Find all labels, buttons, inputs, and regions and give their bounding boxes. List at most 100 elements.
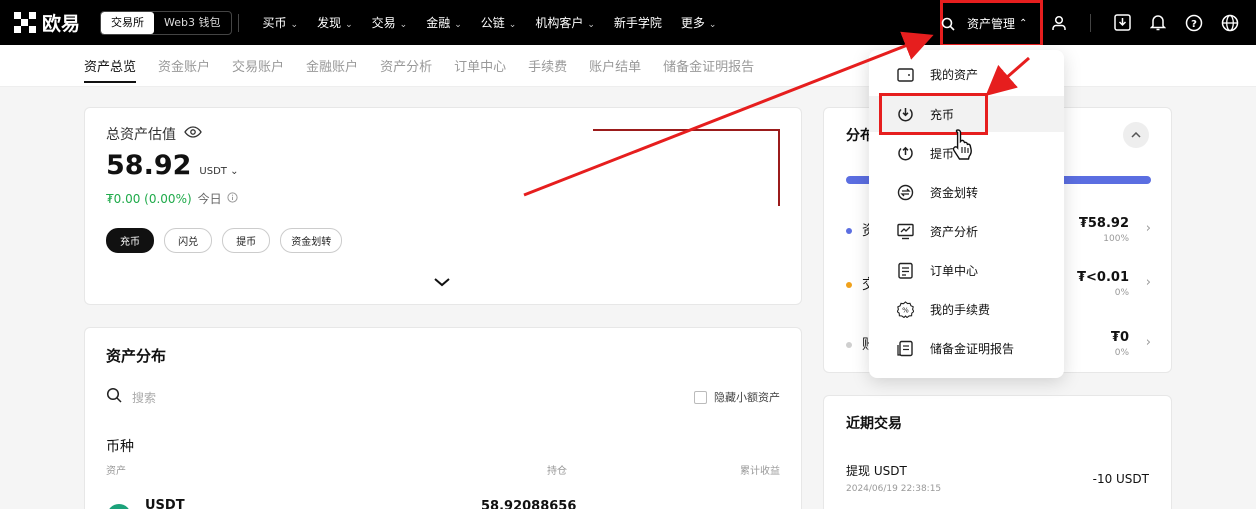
user-icon[interactable]: [1048, 12, 1070, 34]
row-amount: ₮0: [1110, 330, 1129, 345]
menu-proof-of-reserves[interactable]: 储备金证明报告: [869, 330, 1064, 366]
withdraw-button[interactable]: 提币: [222, 228, 271, 253]
tab-fees[interactable]: 手续费: [528, 56, 567, 75]
annotation-line: [593, 129, 780, 206]
divider: [237, 13, 239, 32]
row-amount: ₮<0.01: [1076, 270, 1129, 285]
hide-small-assets-toggle[interactable]: 隐藏小额资产: [694, 389, 780, 405]
divider: [1090, 13, 1091, 32]
dot: [846, 282, 852, 288]
tab-asset-analysis[interactable]: 资产分析: [380, 56, 432, 75]
currency-unit-select[interactable]: USDT ⌄: [199, 166, 238, 177]
svg-text:?: ?: [1191, 19, 1197, 30]
report-icon: [896, 339, 914, 357]
asset-subnav: 资产总览 资金账户 交易账户 金融账户 资产分析 订单中心 手续费 账户结单 储…: [0, 45, 1256, 87]
coin-holding: 58.92088656: [481, 499, 577, 509]
menu-label: 订单中心: [930, 263, 979, 278]
asset-distribution-card: 资产分布 搜索 隐藏小额资产 币种 资产 持仓 累计收益 USDT 58.920…: [84, 327, 802, 509]
help-icon[interactable]: ?: [1183, 12, 1205, 34]
tab-funding-account[interactable]: 资金账户: [158, 56, 210, 75]
menu-label: 储备金证明报告: [930, 341, 1015, 356]
nav-chain[interactable]: 公链 ⌄: [481, 14, 517, 31]
asset-management-label: 资产管理: [967, 17, 1016, 31]
main-nav: 买币 ⌄ 发现 ⌄ 交易 ⌄ 金融 ⌄ 公链 ⌄ 机构客户 ⌄ 新手学院 更多 ⌄: [263, 14, 736, 31]
col-profit: 累计收益: [740, 466, 780, 477]
nav-trade[interactable]: 交易 ⌄: [372, 14, 408, 31]
chevron-up-icon: ⌃: [1019, 18, 1028, 29]
menu-asset-analysis[interactable]: 资产分析: [869, 213, 1064, 249]
total-asset-title: 总资产估值: [106, 127, 176, 143]
checkbox[interactable]: [694, 390, 707, 404]
deposit-button[interactable]: 充币: [106, 228, 154, 253]
info-icon[interactable]: [227, 191, 238, 206]
order-icon: [896, 261, 914, 279]
tab-trading-account[interactable]: 交易账户: [232, 56, 284, 75]
logo-text: 欧易: [42, 13, 81, 35]
hand-cursor-icon: [950, 128, 978, 164]
nav-buy-crypto[interactable]: 买币 ⌄: [263, 14, 299, 31]
nav-academy[interactable]: 新手学院: [614, 14, 662, 31]
convert-button[interactable]: 闪兑: [164, 228, 213, 253]
col-holding: 持仓: [547, 466, 567, 477]
tab-coin[interactable]: 币种: [106, 436, 134, 456]
transfer-button[interactable]: 资金划转: [280, 228, 343, 253]
total-asset-value: 58.92: [106, 150, 192, 181]
tab-exchange[interactable]: 交易所: [101, 11, 155, 34]
menu-label: 资产分析: [930, 224, 979, 239]
asset-search[interactable]: 搜索: [106, 387, 156, 407]
row-amount: ₮58.92: [1078, 216, 1129, 231]
recent-transactions-card: 近期交易 提现 USDT 2024/06/19 22:38:15 -10 USD…: [823, 395, 1172, 509]
tab-web3-wallet[interactable]: Web3 钱包: [154, 12, 230, 34]
menu-label: 我的手续费: [930, 302, 991, 317]
asset-management-button[interactable]: 资产管理 ⌃: [940, 0, 1043, 47]
top-right-icons: ?: [1048, 0, 1256, 45]
bell-icon[interactable]: [1147, 12, 1169, 34]
eye-icon[interactable]: [184, 126, 202, 142]
platform-switch: 交易所 Web3 钱包: [100, 10, 232, 35]
search-icon[interactable]: [937, 13, 959, 35]
tx-amount: -10 USDT: [1092, 472, 1149, 486]
tx-title: 提现 USDT: [846, 464, 907, 478]
logo-mark-icon: [14, 11, 36, 34]
chevron-up-icon: [1131, 132, 1141, 138]
tab-order-center[interactable]: 订单中心: [454, 56, 506, 75]
dot: [846, 342, 852, 348]
nav-more[interactable]: 更多 ⌄: [681, 14, 717, 31]
analysis-icon: [896, 222, 914, 240]
download-icon[interactable]: [1111, 12, 1133, 34]
chevron-right-icon: ›: [1145, 221, 1151, 236]
daily-change: ₮0.00 (0.00%): [106, 191, 192, 206]
row-pct: 0%: [1114, 348, 1129, 358]
total-asset-card: 总资产估值 58.92 USDT ⌄ ₮0.00 (0.00%) 今日 充币 闪…: [84, 107, 802, 305]
tab-statements[interactable]: 账户结单: [589, 56, 641, 75]
row-pct: 100%: [1103, 234, 1129, 244]
nav-institutional[interactable]: 机构客户 ⌄: [535, 14, 595, 31]
usdt-coin-icon: [107, 504, 131, 509]
collapse-button[interactable]: [1123, 122, 1149, 148]
tab-proof-of-reserves[interactable]: 储备金证明报告: [663, 56, 754, 75]
menu-my-assets[interactable]: 我的资产: [869, 56, 1064, 92]
globe-icon[interactable]: [1219, 12, 1241, 34]
withdraw-icon: [896, 144, 914, 162]
coin-name: USDT: [145, 498, 185, 509]
menu-order-center[interactable]: 订单中心: [869, 252, 1064, 288]
okx-logo[interactable]: 欧易: [14, 9, 80, 36]
recent-title: 近期交易: [846, 416, 902, 432]
expand-chevron-icon[interactable]: [433, 272, 451, 291]
nav-finance[interactable]: 金融 ⌄: [426, 14, 462, 31]
chevron-right-icon: ›: [1145, 335, 1151, 350]
nav-discover[interactable]: 发现 ⌄: [317, 14, 353, 31]
menu-transfer[interactable]: 资金划转: [869, 174, 1064, 210]
transfer-icon: [896, 183, 914, 201]
tab-finance-account[interactable]: 金融账户: [306, 56, 358, 75]
menu-my-fees[interactable]: % 我的手续费: [869, 291, 1064, 327]
tx-time: 2024/06/19 22:38:15: [846, 484, 942, 494]
distribution-title: 资产分布: [106, 347, 167, 365]
top-nav-bar: 欧易 交易所 Web3 钱包 买币 ⌄ 发现 ⌄ 交易 ⌄ 金融 ⌄ 公链 ⌄ 机构客户 ⌄…: [0, 0, 1256, 47]
tab-asset-overview[interactable]: 资产总览: [84, 56, 137, 83]
today-label: 今日: [197, 192, 222, 206]
svg-text:%: %: [902, 306, 909, 314]
search-input[interactable]: 搜索: [132, 389, 156, 406]
dot: [846, 228, 852, 234]
col-asset: 资产: [106, 466, 126, 477]
